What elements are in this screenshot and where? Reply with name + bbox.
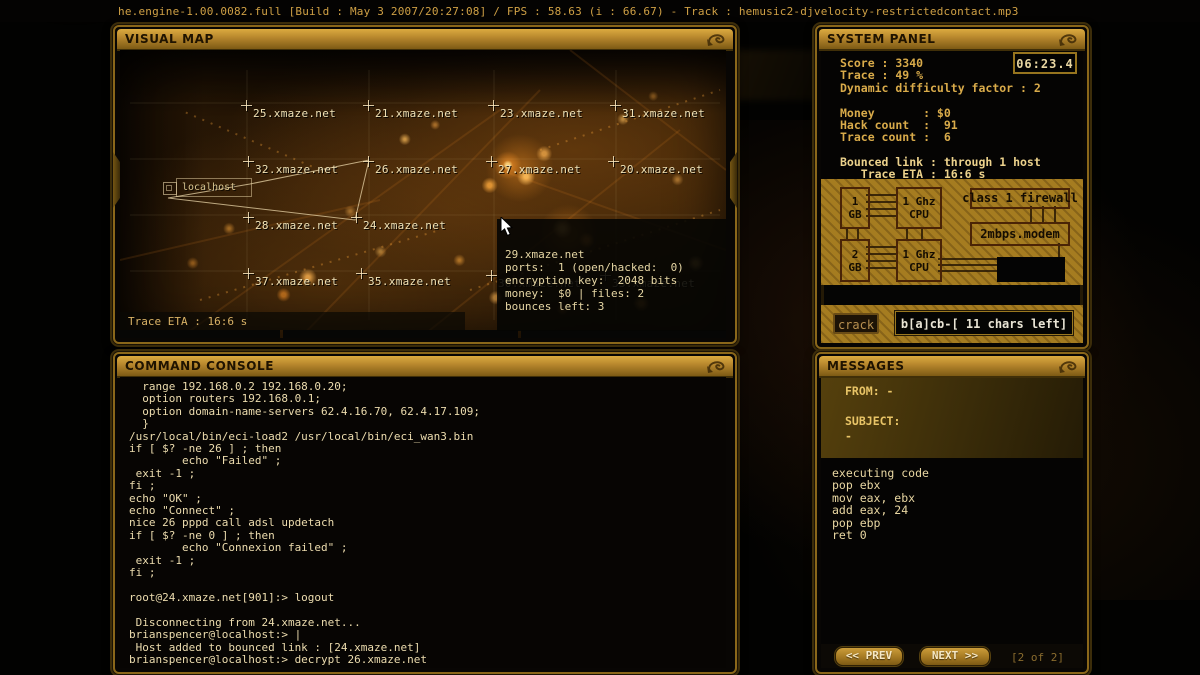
messages-footer: << PREV NEXT >> [2 of 2] (821, 644, 1083, 668)
tooltip-host-name: 29.xmaze.net (505, 248, 719, 261)
node-crosshair-icon (356, 268, 367, 279)
map-bottom-bar (521, 330, 726, 338)
hardware-modem: 2mbps.modem (970, 222, 1070, 246)
city-map[interactable]: localhost 25.xmaze.net 21.xmaze.net 23.xma… (120, 50, 726, 338)
trace-eta-text: Trace ETA : 16:6 s (128, 315, 247, 328)
frame-notch (113, 152, 120, 208)
mouse-cursor-icon (500, 217, 514, 237)
visual-map-panel: VISUAL MAP (113, 25, 737, 344)
crack-toolbar: crack b[a]cb-[ 11 chars left] (821, 305, 1083, 343)
engine-status-text: he.engine-1.00.0082.full [Build : May 3 … (118, 5, 1019, 18)
panel-title: SYSTEM PANEL (827, 32, 936, 46)
map-node[interactable]: 27.xmaze.net (498, 163, 581, 176)
command-console-header: COMMAND CONSOLE (117, 356, 733, 378)
node-crosshair-icon (243, 156, 254, 167)
tooltip-host-details: ports: 1 (open/hacked: 0) encryption key… (505, 261, 684, 313)
map-node[interactable]: 23.xmaze.net (500, 107, 583, 120)
hardware-firewall: class 1 firewall (970, 188, 1070, 209)
frame-notch (730, 152, 737, 208)
swirl-ornament-icon (1057, 31, 1079, 47)
message-subject-value: - (845, 429, 852, 443)
host-tooltip: 29.xmaze.net ports: 1 (open/hacked: 0) e… (497, 219, 726, 331)
crack-button[interactable]: crack (833, 313, 879, 334)
map-node[interactable]: 25.xmaze.net (253, 107, 336, 120)
node-crosshair-icon (608, 156, 619, 167)
system-panel: SYSTEM PANEL Score : 3340 Trace : 49 % D… (815, 25, 1089, 349)
hardware-cpu-1: 1 Ghz CPU (896, 187, 942, 229)
visual-map-header: VISUAL MAP (117, 29, 733, 51)
game-screen: he.engine-1.00.0082.full [Build : May 3 … (0, 0, 1200, 675)
node-label: 21.xmaze.net (375, 107, 458, 120)
map-node[interactable]: 31.xmaze.net (622, 107, 705, 120)
map-node[interactable]: 26.xmaze.net (375, 163, 458, 176)
hardware-cpu-2: 1 Ghz CPU (896, 239, 942, 282)
node-crosshair-icon (351, 212, 362, 223)
message-text: executing code pop ebx mov eax, ebx add … (832, 467, 929, 541)
node-label: 37.xmaze.net (255, 275, 338, 288)
node-crosshair-icon (363, 156, 374, 167)
prev-message-button[interactable]: << PREV (835, 647, 903, 666)
message-body: executing code pop ebx mov eax, ebx add … (821, 458, 1083, 644)
panel-title: VISUAL MAP (125, 32, 214, 46)
computer-icon (163, 182, 177, 195)
level-timer: 06:23.4 (1013, 52, 1077, 74)
timer-value: 06:23.4 (1015, 57, 1075, 71)
node-crosshair-icon (363, 100, 374, 111)
node-crosshair-icon (488, 100, 499, 111)
engine-status-bar: he.engine-1.00.0082.full [Build : May 3 … (0, 0, 1200, 22)
node-label: 26.xmaze.net (375, 163, 458, 176)
node-crosshair-icon (486, 156, 497, 167)
swirl-ornament-icon (705, 358, 727, 374)
message-subject-label: SUBJECT: (845, 414, 900, 428)
bounce-stats: Bounced link : through 1 host Trace ETA … (840, 156, 1041, 181)
node-label: 35.xmaze.net (368, 275, 451, 288)
localhost-label: localhost (182, 182, 236, 193)
stats-area: Score : 3340 Trace : 49 % Dynamic diffic… (821, 51, 1083, 179)
map-node[interactable]: 35.xmaze.net (368, 275, 451, 288)
node-label: 28.xmaze.net (255, 219, 338, 232)
panel-title: COMMAND CONSOLE (125, 359, 274, 373)
message-pager: [2 of 2] (1011, 651, 1064, 664)
messages-panel: MESSAGES FROM: - SUBJECT: - executing co… (815, 352, 1089, 674)
node-label: 31.xmaze.net (622, 107, 705, 120)
map-node[interactable]: 37.xmaze.net (255, 275, 338, 288)
console-output[interactable]: range 192.168.0.2 192.168.0.20; option r… (120, 377, 726, 668)
message-meta: FROM: - SUBJECT: - (821, 378, 1083, 458)
node-label: 24.xmaze.net (363, 219, 446, 232)
next-message-button[interactable]: NEXT >> (920, 647, 990, 666)
trace-eta-band: Trace ETA : 16:6 s (120, 312, 465, 330)
node-label: 27.xmaze.net (498, 163, 581, 176)
map-bottom-bar (120, 330, 280, 338)
hardware-empty-slot (997, 257, 1065, 282)
map-node[interactable]: 32.xmaze.net (255, 163, 338, 176)
messages-header: MESSAGES (819, 356, 1085, 378)
crack-input[interactable]: b[a]cb-[ 11 chars left] (895, 311, 1073, 335)
node-label: 25.xmaze.net (253, 107, 336, 120)
message-from: FROM: - (845, 384, 893, 398)
node-label: 23.xmaze.net (500, 107, 583, 120)
score-stats: Score : 3340 Trace : 49 % Dynamic diffic… (840, 57, 1041, 144)
swirl-ornament-icon (705, 31, 727, 47)
swirl-ornament-icon (1057, 358, 1079, 374)
hardware-diagram: 1 GB 1 Ghz CPU class 1 firewall 2mbps.mo… (821, 179, 1083, 285)
hardware-ram-1: 1 GB (840, 187, 870, 229)
map-node[interactable]: 21.xmaze.net (375, 107, 458, 120)
panel-title: MESSAGES (827, 359, 905, 373)
map-node[interactable]: 20.xmaze.net (620, 163, 703, 176)
system-panel-header: SYSTEM PANEL (819, 29, 1085, 51)
map-bottom-bar (283, 330, 518, 338)
node-crosshair-icon (610, 100, 621, 111)
separator-band (821, 285, 1083, 305)
node-crosshair-icon (241, 100, 252, 111)
node-crosshair-icon (243, 212, 254, 223)
node-label: 20.xmaze.net (620, 163, 703, 176)
map-node[interactable]: 24.xmaze.net (363, 219, 446, 232)
node-label: 32.xmaze.net (255, 163, 338, 176)
map-node[interactable]: 28.xmaze.net (255, 219, 338, 232)
node-crosshair-icon (243, 268, 254, 279)
node-crosshair-icon (486, 270, 497, 281)
command-console-panel: COMMAND CONSOLE range 192.168.0.2 192.16… (113, 352, 737, 674)
hardware-ram-2: 2 GB (840, 239, 870, 282)
console-text: range 192.168.0.2 192.168.0.20; option r… (129, 381, 480, 666)
